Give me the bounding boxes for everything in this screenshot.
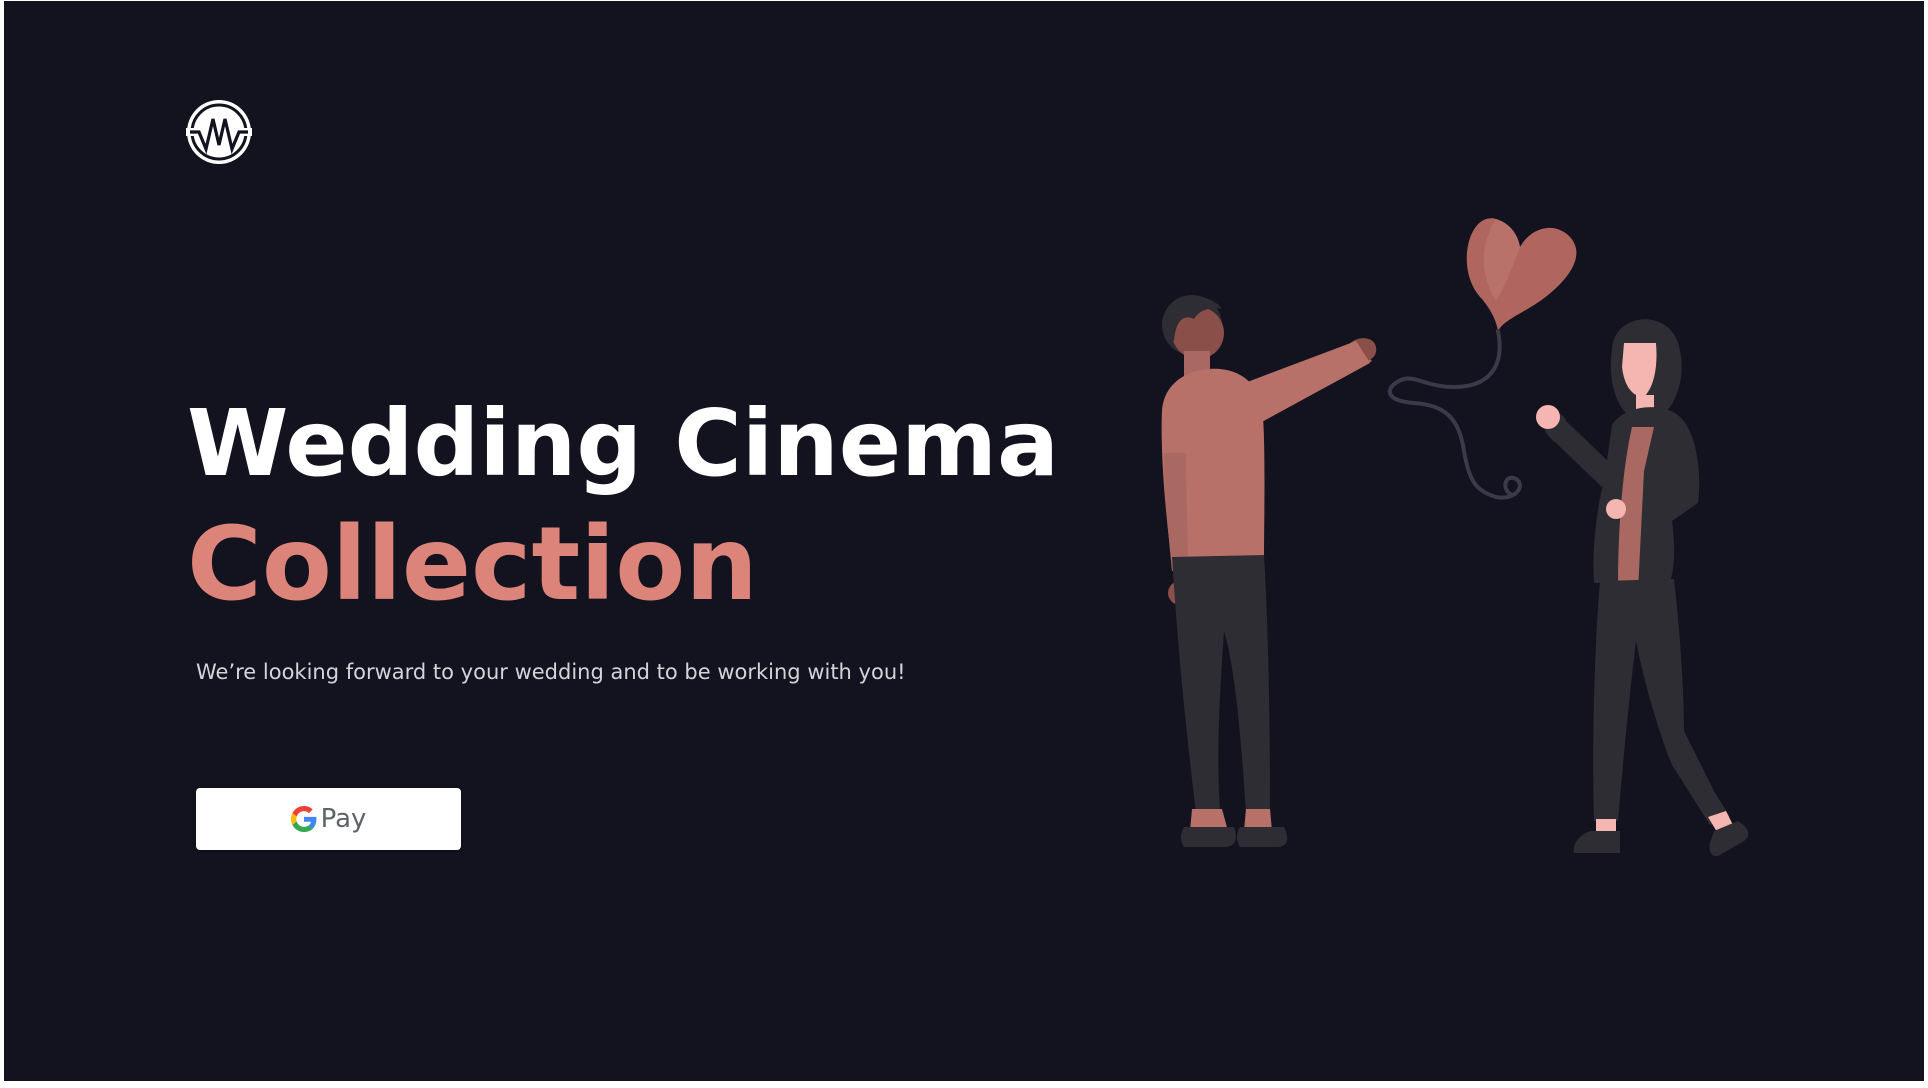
hero-title: Wedding Cinema xyxy=(187,390,1060,497)
man-figure xyxy=(1161,295,1377,847)
woman-figure xyxy=(1536,319,1749,857)
hero-title-accent: Collection xyxy=(187,505,758,624)
google-pay-label: Pay xyxy=(320,804,367,834)
google-g-icon xyxy=(290,806,317,832)
hero-subtitle: We’re looking forward to your wedding an… xyxy=(196,660,906,684)
couple-with-heart-balloon-illustration xyxy=(1161,218,1749,857)
brand-logo[interactable] xyxy=(184,97,254,167)
heart-balloon-icon xyxy=(1387,218,1577,500)
w-circle-logo-icon xyxy=(186,100,252,164)
google-pay-button[interactable]: Pay xyxy=(196,788,461,850)
page-frame: Wedding Cinema Collection We’re looking … xyxy=(4,1,1924,1081)
